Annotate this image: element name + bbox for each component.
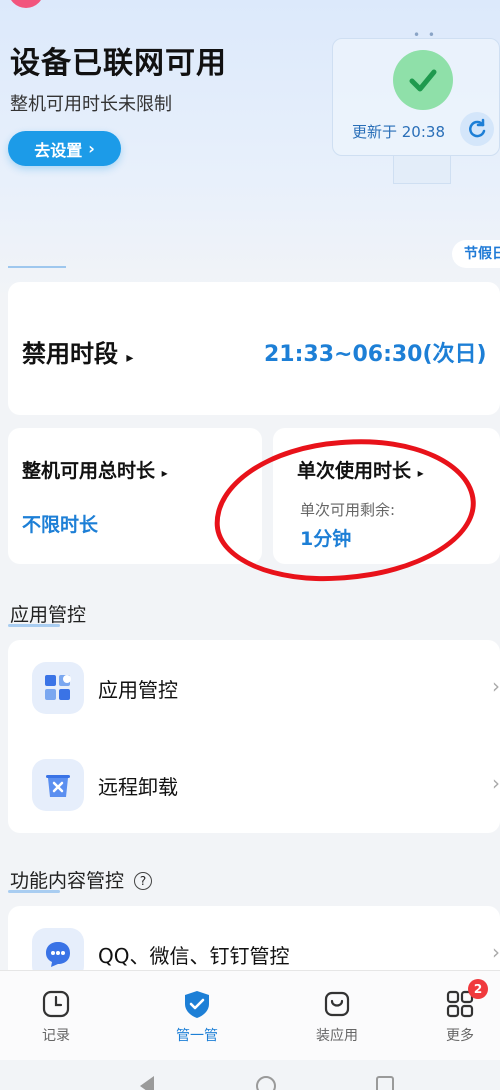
chevron-right-icon: › bbox=[492, 674, 500, 698]
nav-tab-install[interactable]: 装应用 bbox=[297, 989, 377, 1045]
chevron-right-icon: › bbox=[492, 771, 500, 795]
home-icon[interactable] bbox=[256, 1076, 276, 1090]
total-time-card[interactable]: 整机可用总时长 ▸ 不限时长 bbox=[8, 428, 262, 564]
nav-label: 管一管 bbox=[176, 1028, 218, 1044]
single-time-card[interactable]: 单次使用时长 ▸ 单次可用剩余: 1分钟 bbox=[273, 428, 500, 564]
nav-label: 记录 bbox=[42, 1028, 70, 1044]
section-title-func-control: 功能内容管控 ? bbox=[10, 866, 153, 893]
holiday-tag[interactable]: 节假日 bbox=[452, 240, 500, 268]
caret-right-icon: ▸ bbox=[161, 466, 168, 480]
refresh-icon[interactable] bbox=[460, 112, 494, 146]
go-settings-label: 去设置 bbox=[34, 140, 83, 160]
single-remain-value: 1分钟 bbox=[300, 528, 352, 550]
bottom-nav: 记录 管一管 装应用 2 更多 bbox=[0, 970, 500, 1060]
single-time-label: 单次使用时长 ▸ bbox=[297, 460, 424, 482]
nav-tab-records[interactable]: 记录 bbox=[16, 989, 96, 1045]
ban-period-value: 21:33~06:30(次日) bbox=[264, 342, 487, 367]
recents-icon[interactable] bbox=[376, 1076, 394, 1090]
nav-tab-more[interactable]: 2 更多 bbox=[420, 979, 500, 1045]
chevron-right-icon: › bbox=[492, 940, 500, 964]
trash-icon bbox=[32, 759, 84, 811]
caret-right-icon: ▸ bbox=[126, 350, 134, 366]
camera-dots-icon: • • bbox=[413, 28, 437, 42]
chevron-right-icon: › bbox=[88, 139, 95, 158]
bag-icon bbox=[324, 991, 350, 1017]
section-title-app-control: 应用管控 bbox=[10, 604, 87, 626]
back-icon[interactable] bbox=[140, 1076, 154, 1090]
device-stand bbox=[393, 156, 451, 184]
section-underline bbox=[8, 890, 60, 893]
list-item-remote-uninstall[interactable]: 远程卸载 › bbox=[8, 737, 500, 833]
app-control-card: 应用管控 › 远程卸载 › bbox=[8, 640, 500, 833]
notification-badge: 2 bbox=[468, 979, 488, 999]
list-item-label: 应用管控 bbox=[98, 678, 178, 702]
nav-label: 装应用 bbox=[316, 1028, 358, 1044]
help-icon[interactable]: ? bbox=[134, 872, 153, 890]
section-underline bbox=[8, 624, 60, 627]
ban-period-label: 禁用时段 ▸ bbox=[22, 340, 134, 368]
list-item-label: 远程卸载 bbox=[98, 775, 178, 799]
single-remain-label: 单次可用剩余: bbox=[300, 501, 396, 519]
clock-icon bbox=[42, 990, 70, 1018]
nav-tab-manage[interactable]: 管一管 bbox=[157, 989, 237, 1045]
page-title: 设备已联网可用 bbox=[10, 46, 227, 81]
update-time: 更新于 20:38 bbox=[352, 123, 445, 141]
total-time-label: 整机可用总时长 ▸ bbox=[22, 460, 168, 482]
check-icon bbox=[393, 50, 453, 110]
app-grid-icon bbox=[32, 662, 84, 714]
system-nav-bar bbox=[0, 1060, 500, 1090]
shield-icon bbox=[185, 991, 209, 1018]
divider bbox=[8, 266, 66, 268]
list-item-app-control[interactable]: 应用管控 › bbox=[8, 640, 500, 736]
caret-right-icon: ▸ bbox=[417, 466, 424, 480]
nav-label: 更多 bbox=[446, 1028, 474, 1044]
total-time-value: 不限时长 bbox=[22, 514, 99, 536]
list-item-label: QQ、微信、钉钉管控 bbox=[98, 944, 290, 968]
page-subtitle: 整机可用时长未限制 bbox=[10, 94, 172, 115]
go-settings-button[interactable]: 去设置 › bbox=[8, 131, 121, 166]
ban-period-card[interactable]: 禁用时段 ▸ 21:33~06:30(次日) bbox=[8, 282, 500, 415]
